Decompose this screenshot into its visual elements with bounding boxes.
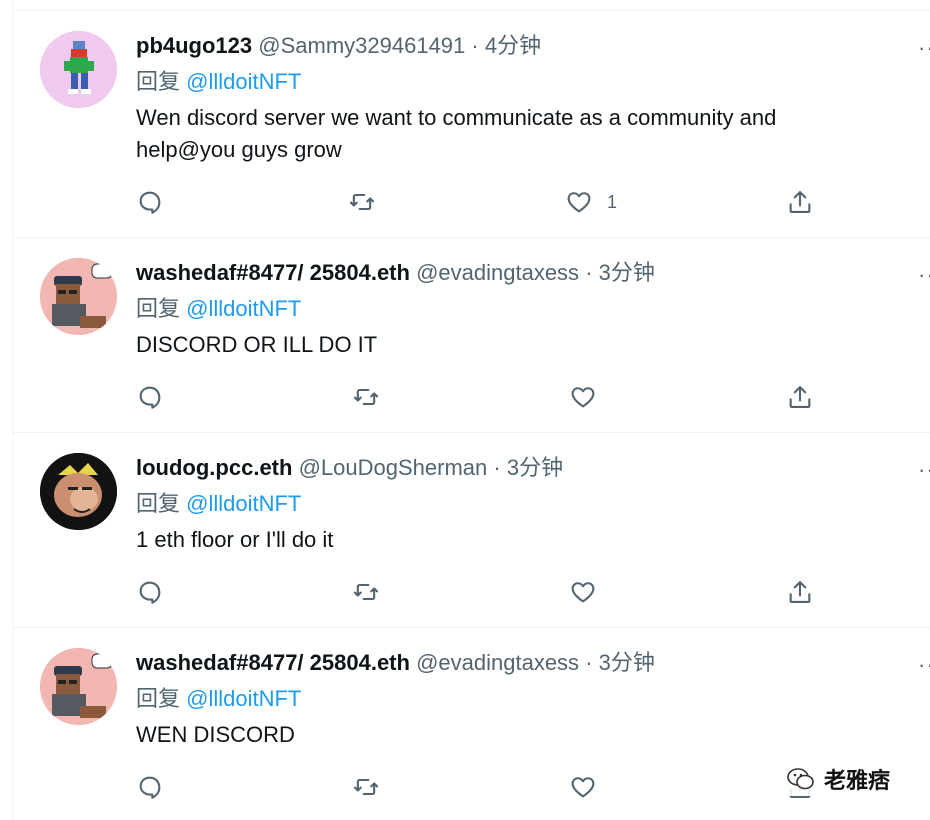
more-options-button[interactable]: ··· [918, 262, 930, 288]
more-options-button[interactable]: ··· [918, 652, 930, 678]
display-name[interactable]: pb4ugo123 [136, 33, 252, 58]
retweet-button[interactable] [352, 575, 380, 609]
share-icon [789, 386, 811, 408]
heart-icon [567, 192, 591, 213]
tweet-text: DISCORD OR ILL DO IT [136, 332, 378, 357]
avatar[interactable] [40, 453, 117, 530]
reply-button[interactable] [136, 575, 164, 609]
separator-dot: · [471, 33, 479, 58]
reply-context: 回复 @llldoitNFT [136, 685, 301, 713]
tweet-header: washedaf#8477/ 25804.eth @evadingtaxess … [136, 649, 655, 677]
share-icon [789, 191, 811, 213]
retweet-icon [349, 193, 375, 211]
reply-icon [139, 581, 161, 604]
heart-icon [571, 777, 595, 798]
reply-prefix: 回复 [136, 69, 187, 94]
like-button[interactable] [569, 380, 611, 414]
user-handle[interactable]: @Sammy329461491 [258, 33, 465, 58]
display-name[interactable]: washedaf#8477/ 25804.eth [136, 650, 410, 675]
timestamp[interactable]: 3分钟 [599, 260, 655, 285]
reply-context: 回复 @llldoitNFT [136, 295, 301, 323]
reply-context: 回复 @llldoitNFT [136, 490, 301, 518]
tweet-actions [136, 575, 836, 609]
like-count: 1 [607, 191, 618, 212]
heart-icon [571, 387, 595, 408]
retweet-icon [353, 388, 379, 406]
like-button[interactable] [569, 575, 611, 609]
reply-mention-link[interactable]: @llldoitNFT [186, 296, 301, 321]
retweet-icon [353, 583, 379, 601]
tweet[interactable]: pb4ugo123 @Sammy329461491 · 4分钟 ··· 回复 @… [13, 11, 930, 238]
tweet-header: loudog.pcc.eth @LouDogSherman · 3分钟 [136, 454, 563, 482]
share-icon [789, 581, 811, 603]
tweet-header: pb4ugo123 @Sammy329461491 · 4分钟 [136, 32, 541, 60]
reply-feed: pb4ugo123 @Sammy329461491 · 4分钟 ··· 回复 @… [12, 0, 930, 820]
avatar[interactable] [40, 31, 117, 108]
reply-prefix: 回复 [136, 686, 187, 711]
reply-icon [139, 776, 161, 799]
reply-button[interactable] [136, 380, 164, 414]
like-button[interactable]: 1 [565, 185, 617, 219]
retweet-icon [353, 778, 379, 796]
tweet[interactable]: loudog.pcc.eth @LouDogSherman · 3分钟 ··· … [13, 433, 930, 628]
reply-mention-link[interactable]: @llldoitNFT [186, 686, 301, 711]
heart-icon [571, 582, 595, 603]
tweet-text: Wen discord server we want to communicat… [136, 105, 777, 162]
wechat-icon [787, 768, 814, 790]
share-button[interactable] [786, 575, 814, 609]
separator-dot: · [585, 650, 593, 675]
watermark: 老雅痞 [786, 762, 906, 796]
tweet-text: 1 eth floor or I'll do it [136, 527, 334, 552]
separator-dot: · [585, 260, 593, 285]
share-button[interactable] [786, 185, 814, 219]
reply-mention-link[interactable]: @llldoitNFT [186, 69, 301, 94]
tweet-header: washedaf#8477/ 25804.eth @evadingtaxess … [136, 259, 655, 287]
reply-button[interactable] [136, 770, 164, 804]
share-button[interactable] [786, 380, 814, 414]
tweet[interactable]: washedaf#8477/ 25804.eth @evadingtaxess … [13, 238, 930, 433]
timestamp[interactable]: 4分钟 [485, 33, 541, 58]
user-handle[interactable]: @evadingtaxess [416, 650, 579, 675]
tweet-text: WEN DISCORD [136, 722, 295, 747]
avatar[interactable] [40, 648, 117, 725]
retweet-button[interactable] [352, 380, 380, 414]
more-options-button[interactable]: ··· [918, 35, 930, 61]
more-options-button[interactable]: ··· [918, 457, 930, 483]
reply-button[interactable] [136, 185, 164, 219]
like-button[interactable] [569, 770, 611, 804]
tweet-actions [136, 380, 836, 414]
timestamp[interactable]: 3分钟 [599, 650, 655, 675]
reply-prefix: 回复 [136, 491, 187, 516]
tweet-actions [136, 770, 836, 804]
user-handle[interactable]: @LouDogSherman [299, 455, 488, 480]
timestamp[interactable]: 3分钟 [507, 455, 563, 480]
reply-mention-link[interactable]: @llldoitNFT [186, 491, 301, 516]
reply-icon [139, 386, 161, 409]
avatar[interactable] [40, 258, 117, 335]
tweet-actions: 1 [136, 185, 836, 219]
watermark-text: 老雅痞 [824, 769, 891, 794]
user-handle[interactable]: @evadingtaxess [416, 260, 579, 285]
retweet-button[interactable] [348, 185, 376, 219]
retweet-button[interactable] [352, 770, 380, 804]
reply-prefix: 回复 [136, 296, 187, 321]
display-name[interactable]: loudog.pcc.eth [136, 455, 292, 480]
display-name[interactable]: washedaf#8477/ 25804.eth [136, 260, 410, 285]
separator-dot: · [493, 455, 501, 480]
reply-icon [139, 191, 161, 214]
reply-context: 回复 @llldoitNFT [136, 68, 301, 96]
